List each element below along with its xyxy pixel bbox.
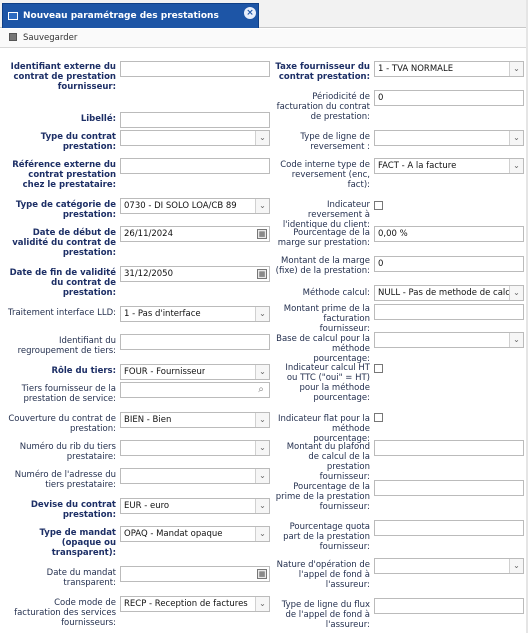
- chevron-down-icon: ⌄: [509, 559, 523, 573]
- external-ref-input[interactable]: [120, 158, 270, 174]
- rib-number-select[interactable]: ⌄: [120, 440, 270, 456]
- chevron-down-icon: ⌄: [509, 131, 523, 145]
- label-billing-mode: Code mode de facturation des services fo…: [14, 598, 116, 628]
- label-quota-percent: Pourcentage quota part de la prestation …: [283, 522, 370, 552]
- chevron-down-icon: ⌄: [509, 62, 523, 76]
- label-third-party-group: Identifiant du regroupement de tiers:: [17, 336, 116, 356]
- label-ht-ttc-indicator: Indicateur calcul HT ou TTC ("oui" = HT)…: [285, 363, 370, 403]
- label-start-date: Date de début de validité du contrat de …: [12, 228, 116, 258]
- label-external-ref: Référence externe du contrat prestation …: [12, 160, 116, 190]
- label-rib-number: Numéro du rib du tiers prestataire:: [19, 442, 116, 462]
- coverage-select[interactable]: BIEN - Bien ⌄: [120, 412, 270, 428]
- close-icon[interactable]: ×: [244, 7, 256, 19]
- ceiling-amount-input[interactable]: [374, 440, 524, 456]
- mandate-date-input[interactable]: ▦: [120, 566, 270, 582]
- end-date-input[interactable]: 31/12/2050 ▦: [120, 266, 270, 282]
- flow-line-type-input[interactable]: [374, 598, 524, 614]
- chevron-down-icon: ⌄: [509, 333, 523, 347]
- label-currency: Devise du contrat prestation:: [30, 500, 116, 520]
- window-icon: [8, 12, 18, 20]
- label-coverage: Couverture du contrat de prestation:: [8, 414, 116, 434]
- chevron-down-icon: ⌄: [255, 499, 269, 513]
- chevron-down-icon: ⌄: [255, 131, 269, 145]
- supplier-service-form: Identifiant externe du contrat de presta…: [0, 50, 528, 633]
- label-libelle: Libellé:: [80, 114, 116, 124]
- label-address-number: Numéro de l'adresse du tiers prestataire…: [14, 470, 116, 490]
- supplier-third-party-input[interactable]: ⌕: [120, 382, 270, 398]
- toolbar: Sauvegarder: [0, 29, 528, 48]
- search-icon[interactable]: ⌕: [255, 384, 267, 396]
- label-supplier-tax: Taxe fournisseur du contrat prestation:: [275, 62, 370, 82]
- reversal-code-select[interactable]: FACT - A la facture ⌄: [374, 158, 524, 174]
- billing-mode-select[interactable]: RECP - Reception de factures ⌄: [120, 596, 270, 612]
- contract-type-select[interactable]: ⌄: [120, 130, 270, 146]
- premium-percent-input[interactable]: [374, 480, 524, 496]
- label-category-type: Type de catégorie de prestation:: [15, 200, 116, 220]
- quota-percent-input[interactable]: [374, 520, 524, 536]
- save-button[interactable]: Sauvegarder: [9, 31, 77, 46]
- fixed-margin-input[interactable]: 0: [374, 256, 524, 272]
- label-premium-amount: Montant prime de la facturation fourniss…: [283, 304, 370, 334]
- calendar-icon[interactable]: ▦: [257, 269, 267, 279]
- calc-method-select[interactable]: NULL - Pas de methode de calcul ⌄: [374, 285, 524, 301]
- chevron-down-icon: ⌄: [255, 199, 269, 213]
- margin-percent-input[interactable]: 0,00 %: [374, 226, 524, 242]
- label-reversal-line-type: Type de ligne de reversement :: [300, 132, 370, 152]
- label-calc-method: Méthode calcul:: [302, 288, 370, 298]
- label-ceiling-amount: Montant du plafond de calcul de la prest…: [286, 442, 370, 482]
- label-operation-nature: Nature d'opération de l'appel de fond à …: [276, 560, 370, 590]
- label-reversal-code: Code interne type de reversement (enc, f…: [280, 160, 370, 190]
- tab-bar: Nouveau paramétrage des prestations four…: [0, 0, 528, 45]
- chevron-down-icon: ⌄: [255, 469, 269, 483]
- chevron-down-icon: ⌄: [255, 527, 269, 541]
- chevron-down-icon: ⌄: [255, 307, 269, 321]
- label-end-date: Date de fin de validité du contrat de pr…: [9, 268, 116, 298]
- label-mandate-date: Date du mandat transparent:: [46, 568, 116, 588]
- chevron-down-icon: ⌄: [255, 365, 269, 379]
- third-party-role-select[interactable]: FOUR - Fournisseur ⌄: [120, 364, 270, 380]
- ht-ttc-checkbox[interactable]: [374, 364, 383, 373]
- label-third-party-role: Rôle du tiers:: [51, 366, 116, 376]
- billing-periodicity-input[interactable]: 0: [374, 90, 524, 106]
- category-type-select[interactable]: 0730 - DI SOLO LOA/CB 89 ⌄: [120, 198, 270, 214]
- label-contract-type: Type du contrat prestation:: [40, 132, 116, 152]
- label-percent-base: Base de calcul pour la méthode pourcenta…: [276, 334, 370, 364]
- label-flow-line-type: Type de ligne du flux de l'appel de fond…: [281, 600, 370, 630]
- chevron-down-icon: ⌄: [255, 441, 269, 455]
- save-icon: [9, 33, 17, 41]
- chevron-down-icon: ⌄: [509, 286, 523, 300]
- label-mandate-type: Type de mandat (opaque ou transparent):: [39, 528, 116, 558]
- label-flat-indicator: Indicateur flat pour la méthode pourcent…: [277, 414, 370, 444]
- label-identical-reversal: Indicateur reversement à l'identique du …: [282, 200, 370, 230]
- label-premium-percent: Pourcentage de la prime de la prestation…: [275, 482, 370, 512]
- external-id-input[interactable]: [120, 61, 270, 77]
- currency-select[interactable]: EUR - euro ⌄: [120, 498, 270, 514]
- tab-new-supplier-settings[interactable]: Nouveau paramétrage des prestations four…: [2, 3, 259, 45]
- label-billing-periodicity: Périodicité de facturation du contrat de…: [276, 92, 370, 122]
- mandate-type-select[interactable]: OPAQ - Mandat opaque ⌄: [120, 526, 270, 542]
- lld-interface-select[interactable]: 1 - Pas d'interface ⌄: [120, 306, 270, 322]
- address-number-select[interactable]: ⌄: [120, 468, 270, 484]
- label-margin-percent: Pourcentage de la marge sur prestation:: [277, 228, 370, 248]
- reversal-line-type-select[interactable]: ⌄: [374, 130, 524, 146]
- third-party-group-input[interactable]: [120, 334, 270, 350]
- operation-nature-select[interactable]: ⌄: [374, 558, 524, 574]
- chevron-down-icon: ⌄: [509, 159, 523, 173]
- label-supplier-third-party: Tiers fournisseur de la prestation de se…: [21, 384, 116, 404]
- libelle-input[interactable]: [120, 112, 270, 128]
- start-date-input[interactable]: 26/11/2024 ▦: [120, 226, 270, 242]
- label-external-id: Identifiant externe du contrat de presta…: [10, 62, 116, 92]
- premium-amount-input[interactable]: [374, 304, 524, 320]
- identical-reversal-checkbox[interactable]: [374, 201, 383, 210]
- chevron-down-icon: ⌄: [255, 597, 269, 611]
- calendar-icon[interactable]: ▦: [257, 229, 267, 239]
- label-fixed-margin: Montant de la marge (fixe) de la prestat…: [275, 256, 370, 276]
- calendar-icon[interactable]: ▦: [257, 569, 267, 579]
- percent-base-select[interactable]: ⌄: [374, 332, 524, 348]
- flat-indicator-checkbox[interactable]: [374, 413, 383, 422]
- chevron-down-icon: ⌄: [255, 413, 269, 427]
- label-lld-interface: Traitement interface LLD:: [8, 308, 116, 318]
- supplier-tax-select[interactable]: 1 - TVA NORMALE ⌄: [374, 61, 524, 77]
- save-label: Sauvegarder: [23, 33, 78, 43]
